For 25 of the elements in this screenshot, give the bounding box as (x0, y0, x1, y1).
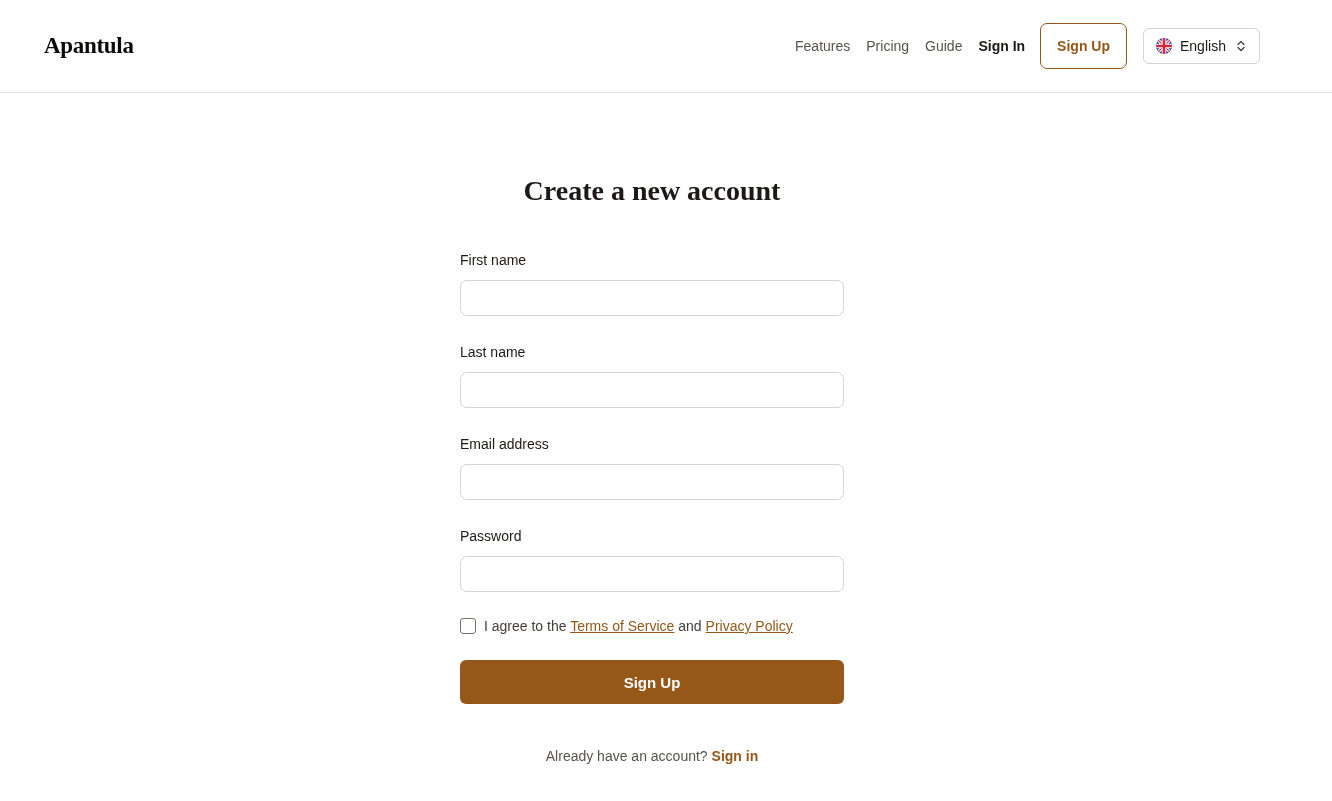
input-field[interactable] (460, 556, 844, 592)
field-label: First name (460, 251, 527, 269)
sign-up-submit-button[interactable]: Sign Up (460, 660, 844, 704)
logo[interactable]: Apantula (44, 33, 134, 59)
nav-link[interactable]: Pricing (866, 38, 910, 54)
field-label: Password (460, 527, 522, 545)
sign-up-button[interactable]: Sign Up (1040, 23, 1127, 69)
flag-icon (1156, 38, 1172, 54)
language-select[interactable]: English (1143, 28, 1260, 64)
sign-in-prompt: Already have an account? Sign in (544, 747, 760, 765)
field-label: Email address (460, 435, 549, 453)
chevron-up-down-icon (1237, 40, 1245, 52)
policy-link[interactable]: Terms of Service (570, 618, 675, 634)
input-field[interactable] (460, 464, 844, 500)
input-field[interactable] (460, 372, 844, 408)
field-label: Last name (460, 343, 526, 361)
nav-link[interactable]: Sign In (978, 38, 1026, 54)
checkbox[interactable] (460, 618, 476, 634)
policy-link[interactable]: Privacy Policy (705, 618, 793, 634)
nav-link[interactable]: Features (795, 38, 851, 54)
page-title: Create a new account (522, 174, 782, 208)
nav-link[interactable]: Guide (925, 38, 963, 54)
input-field[interactable] (460, 280, 844, 316)
agreement-text: I agree to the Terms of Service and Privacy Policy (484, 617, 793, 635)
sign-in-link[interactable]: Sign in (711, 748, 759, 764)
